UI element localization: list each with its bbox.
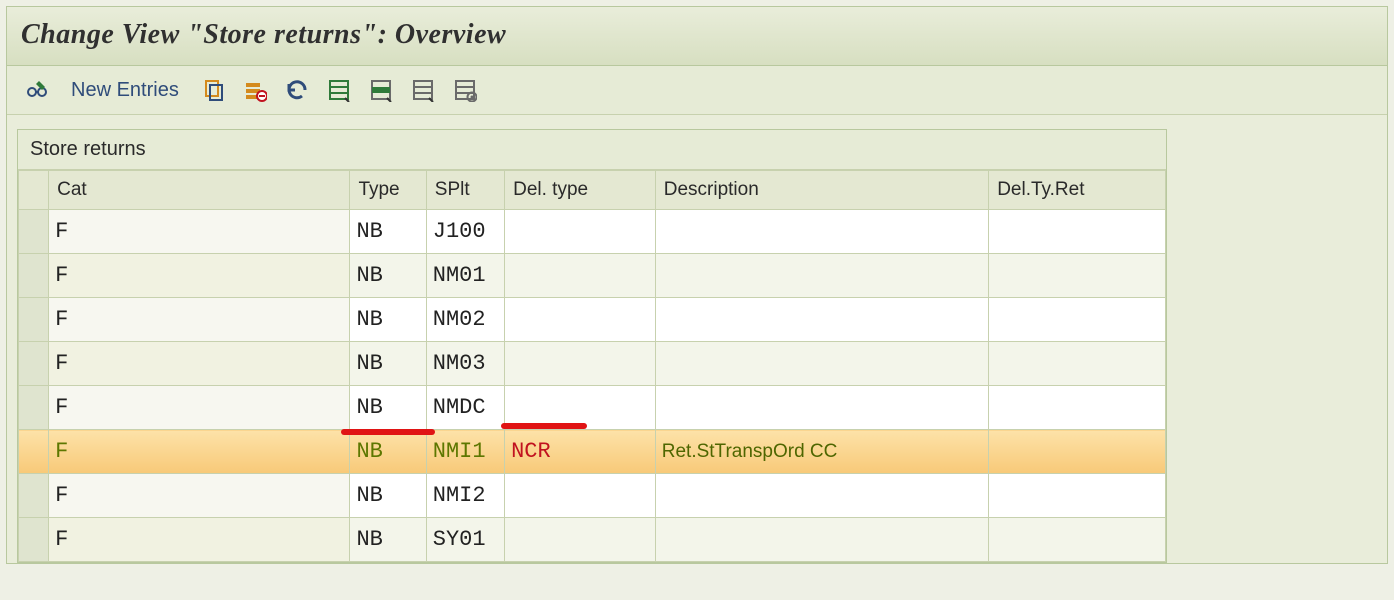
delete-row-icon xyxy=(243,78,267,102)
cell-del-ty-ret[interactable] xyxy=(989,386,1166,430)
cell-del-ty-ret[interactable] xyxy=(989,298,1166,342)
cell-del-ty-ret[interactable] xyxy=(989,210,1166,254)
main-panel: Change View "Store returns": Overview Ne… xyxy=(6,6,1388,564)
row-selector[interactable] xyxy=(19,254,49,298)
cell-del-ty-ret[interactable] xyxy=(989,518,1166,562)
select-all-icon xyxy=(327,78,351,102)
cell-type[interactable]: NB xyxy=(350,518,426,562)
cell-splt[interactable]: NMDC xyxy=(426,386,504,430)
cell-cat[interactable]: F xyxy=(49,210,350,254)
undo-icon xyxy=(285,78,309,102)
cell-type[interactable]: NB xyxy=(350,298,426,342)
cell-splt[interactable]: SY01 xyxy=(426,518,504,562)
column-header-description[interactable]: Description xyxy=(655,171,988,210)
column-header-del-ty-ret[interactable]: Del.Ty.Ret xyxy=(989,171,1166,210)
cell-splt[interactable]: NMI1 xyxy=(426,430,504,474)
cell-cat[interactable]: F xyxy=(49,518,350,562)
toggle-display-button[interactable] xyxy=(21,76,53,104)
select-block-button[interactable] xyxy=(365,76,397,104)
cell-del-type[interactable]: NCR xyxy=(505,430,656,474)
column-header-splt[interactable]: SPlt xyxy=(426,171,504,210)
table-row[interactable]: FNBJ100 xyxy=(19,210,1166,254)
configuration-icon xyxy=(453,78,477,102)
row-selector[interactable] xyxy=(19,342,49,386)
cell-description[interactable]: Ret.StTranspOrd CC xyxy=(655,430,988,474)
cell-del-ty-ret[interactable] xyxy=(989,430,1166,474)
annotation-underline xyxy=(341,429,435,435)
store-returns-table: Cat Type SPlt Del. type Description Del.… xyxy=(18,170,1166,562)
cell-description[interactable] xyxy=(655,298,988,342)
column-header-type[interactable]: Type xyxy=(350,171,426,210)
cell-type[interactable]: NB xyxy=(350,386,426,430)
cell-description[interactable] xyxy=(655,342,988,386)
annotation-underline xyxy=(501,423,587,429)
cell-splt[interactable]: J100 xyxy=(426,210,504,254)
cell-del-type[interactable] xyxy=(505,210,656,254)
deselect-all-button[interactable] xyxy=(407,76,439,104)
table-caption: Store returns xyxy=(18,130,1166,170)
page-title: Change View "Store returns": Overview xyxy=(7,7,1387,66)
cell-type[interactable]: NB xyxy=(350,342,426,386)
select-block-icon xyxy=(369,78,393,102)
cell-cat[interactable]: F xyxy=(49,430,350,474)
table-row[interactable]: FNBNM01 xyxy=(19,254,1166,298)
delete-button[interactable] xyxy=(239,76,271,104)
cell-description[interactable] xyxy=(655,518,988,562)
column-header-selector[interactable] xyxy=(19,171,49,210)
new-entries-button[interactable]: New Entries xyxy=(63,77,187,104)
table-row[interactable]: FNBNMDC xyxy=(19,386,1166,430)
copy-as-button[interactable] xyxy=(197,76,229,104)
cell-cat[interactable]: F xyxy=(49,298,350,342)
row-selector[interactable] xyxy=(19,210,49,254)
cell-del-type[interactable] xyxy=(505,518,656,562)
cell-del-type[interactable] xyxy=(505,254,656,298)
cell-cat[interactable]: F xyxy=(49,254,350,298)
cell-type[interactable]: NB xyxy=(350,474,426,518)
table-row[interactable]: FNBNMI1NCRRet.StTranspOrd CC xyxy=(19,430,1166,474)
table-row[interactable]: FNBNMI2 xyxy=(19,474,1166,518)
cell-type[interactable]: NB xyxy=(350,254,426,298)
copy-icon xyxy=(201,78,225,102)
cell-splt[interactable]: NM01 xyxy=(426,254,504,298)
cell-description[interactable] xyxy=(655,386,988,430)
cell-description[interactable] xyxy=(655,474,988,518)
select-all-button[interactable] xyxy=(323,76,355,104)
row-selector[interactable] xyxy=(19,386,49,430)
table-row[interactable]: FNBNM03 xyxy=(19,342,1166,386)
cell-description[interactable] xyxy=(655,254,988,298)
cell-del-ty-ret[interactable] xyxy=(989,342,1166,386)
cell-splt[interactable]: NM02 xyxy=(426,298,504,342)
cell-del-ty-ret[interactable] xyxy=(989,254,1166,298)
cell-description[interactable] xyxy=(655,210,988,254)
cell-type[interactable]: NB xyxy=(350,210,426,254)
column-header-del-type[interactable]: Del. type xyxy=(505,171,656,210)
deselect-all-icon xyxy=(411,78,435,102)
row-selector[interactable] xyxy=(19,518,49,562)
row-selector[interactable] xyxy=(19,474,49,518)
cell-del-ty-ret[interactable] xyxy=(989,474,1166,518)
cell-del-type[interactable] xyxy=(505,474,656,518)
content-area: Store returns Cat Type SPlt Del. type De… xyxy=(7,115,1387,563)
column-header-cat[interactable]: Cat xyxy=(49,171,350,210)
cell-splt[interactable]: NM03 xyxy=(426,342,504,386)
cell-del-type[interactable] xyxy=(505,342,656,386)
cell-cat[interactable]: F xyxy=(49,474,350,518)
table-header-row: Cat Type SPlt Del. type Description Del.… xyxy=(19,171,1166,210)
cell-del-type[interactable] xyxy=(505,298,656,342)
configuration-button[interactable] xyxy=(449,76,481,104)
table-row[interactable]: FNBSY01 xyxy=(19,518,1166,562)
cell-cat[interactable]: F xyxy=(49,386,350,430)
toolbar: New Entries xyxy=(7,66,1387,115)
row-selector[interactable] xyxy=(19,430,49,474)
row-selector[interactable] xyxy=(19,298,49,342)
undo-button[interactable] xyxy=(281,76,313,104)
cell-splt[interactable]: NMI2 xyxy=(426,474,504,518)
glasses-pencil-icon xyxy=(25,78,49,102)
cell-type[interactable]: NB xyxy=(350,430,426,474)
table-frame: Store returns Cat Type SPlt Del. type De… xyxy=(17,129,1167,563)
cell-cat[interactable]: F xyxy=(49,342,350,386)
table-row[interactable]: FNBNM02 xyxy=(19,298,1166,342)
